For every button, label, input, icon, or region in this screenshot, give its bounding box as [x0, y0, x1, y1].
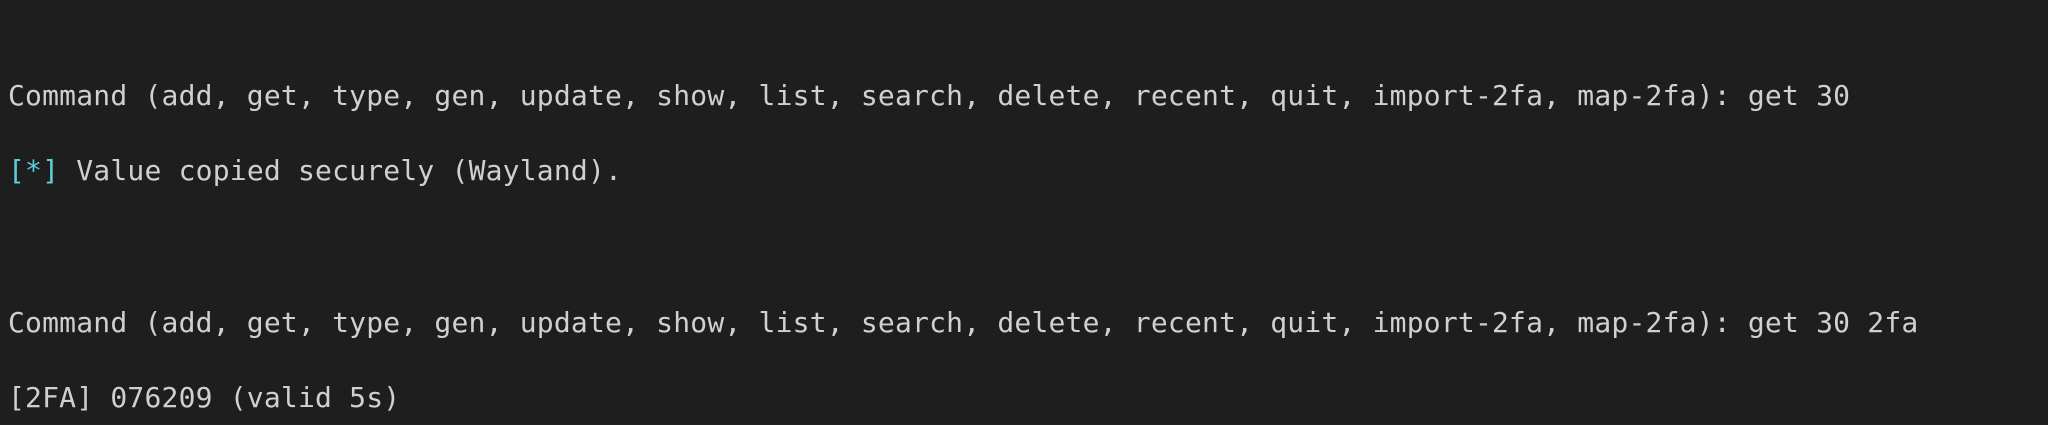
info-tag: [*] [8, 154, 60, 187]
terminal-window[interactable]: Command (add, get, type, gen, update, sh… [0, 0, 2048, 425]
command-prompt-line: Command (add, get, type, gen, update, sh… [8, 306, 1918, 340]
status-message-line: [*] Value copied securely (Wayland). [8, 154, 622, 188]
twofa-output-line: [2FA] 076209 (valid 5s) [8, 381, 400, 415]
status-message: Value copied securely (Wayland). [59, 154, 623, 187]
command-prompt: Command (add, get, type, gen, update, sh… [8, 306, 1748, 339]
command-prompt-line: Command (add, get, type, gen, update, sh… [8, 79, 1850, 113]
command-input: get 30 2fa [1747, 306, 1919, 339]
twofa-code-text: [2FA] 076209 (valid 5s) [8, 381, 401, 414]
command-input: get 30 [1747, 79, 1851, 112]
command-prompt: Command (add, get, type, gen, update, sh… [8, 79, 1748, 112]
